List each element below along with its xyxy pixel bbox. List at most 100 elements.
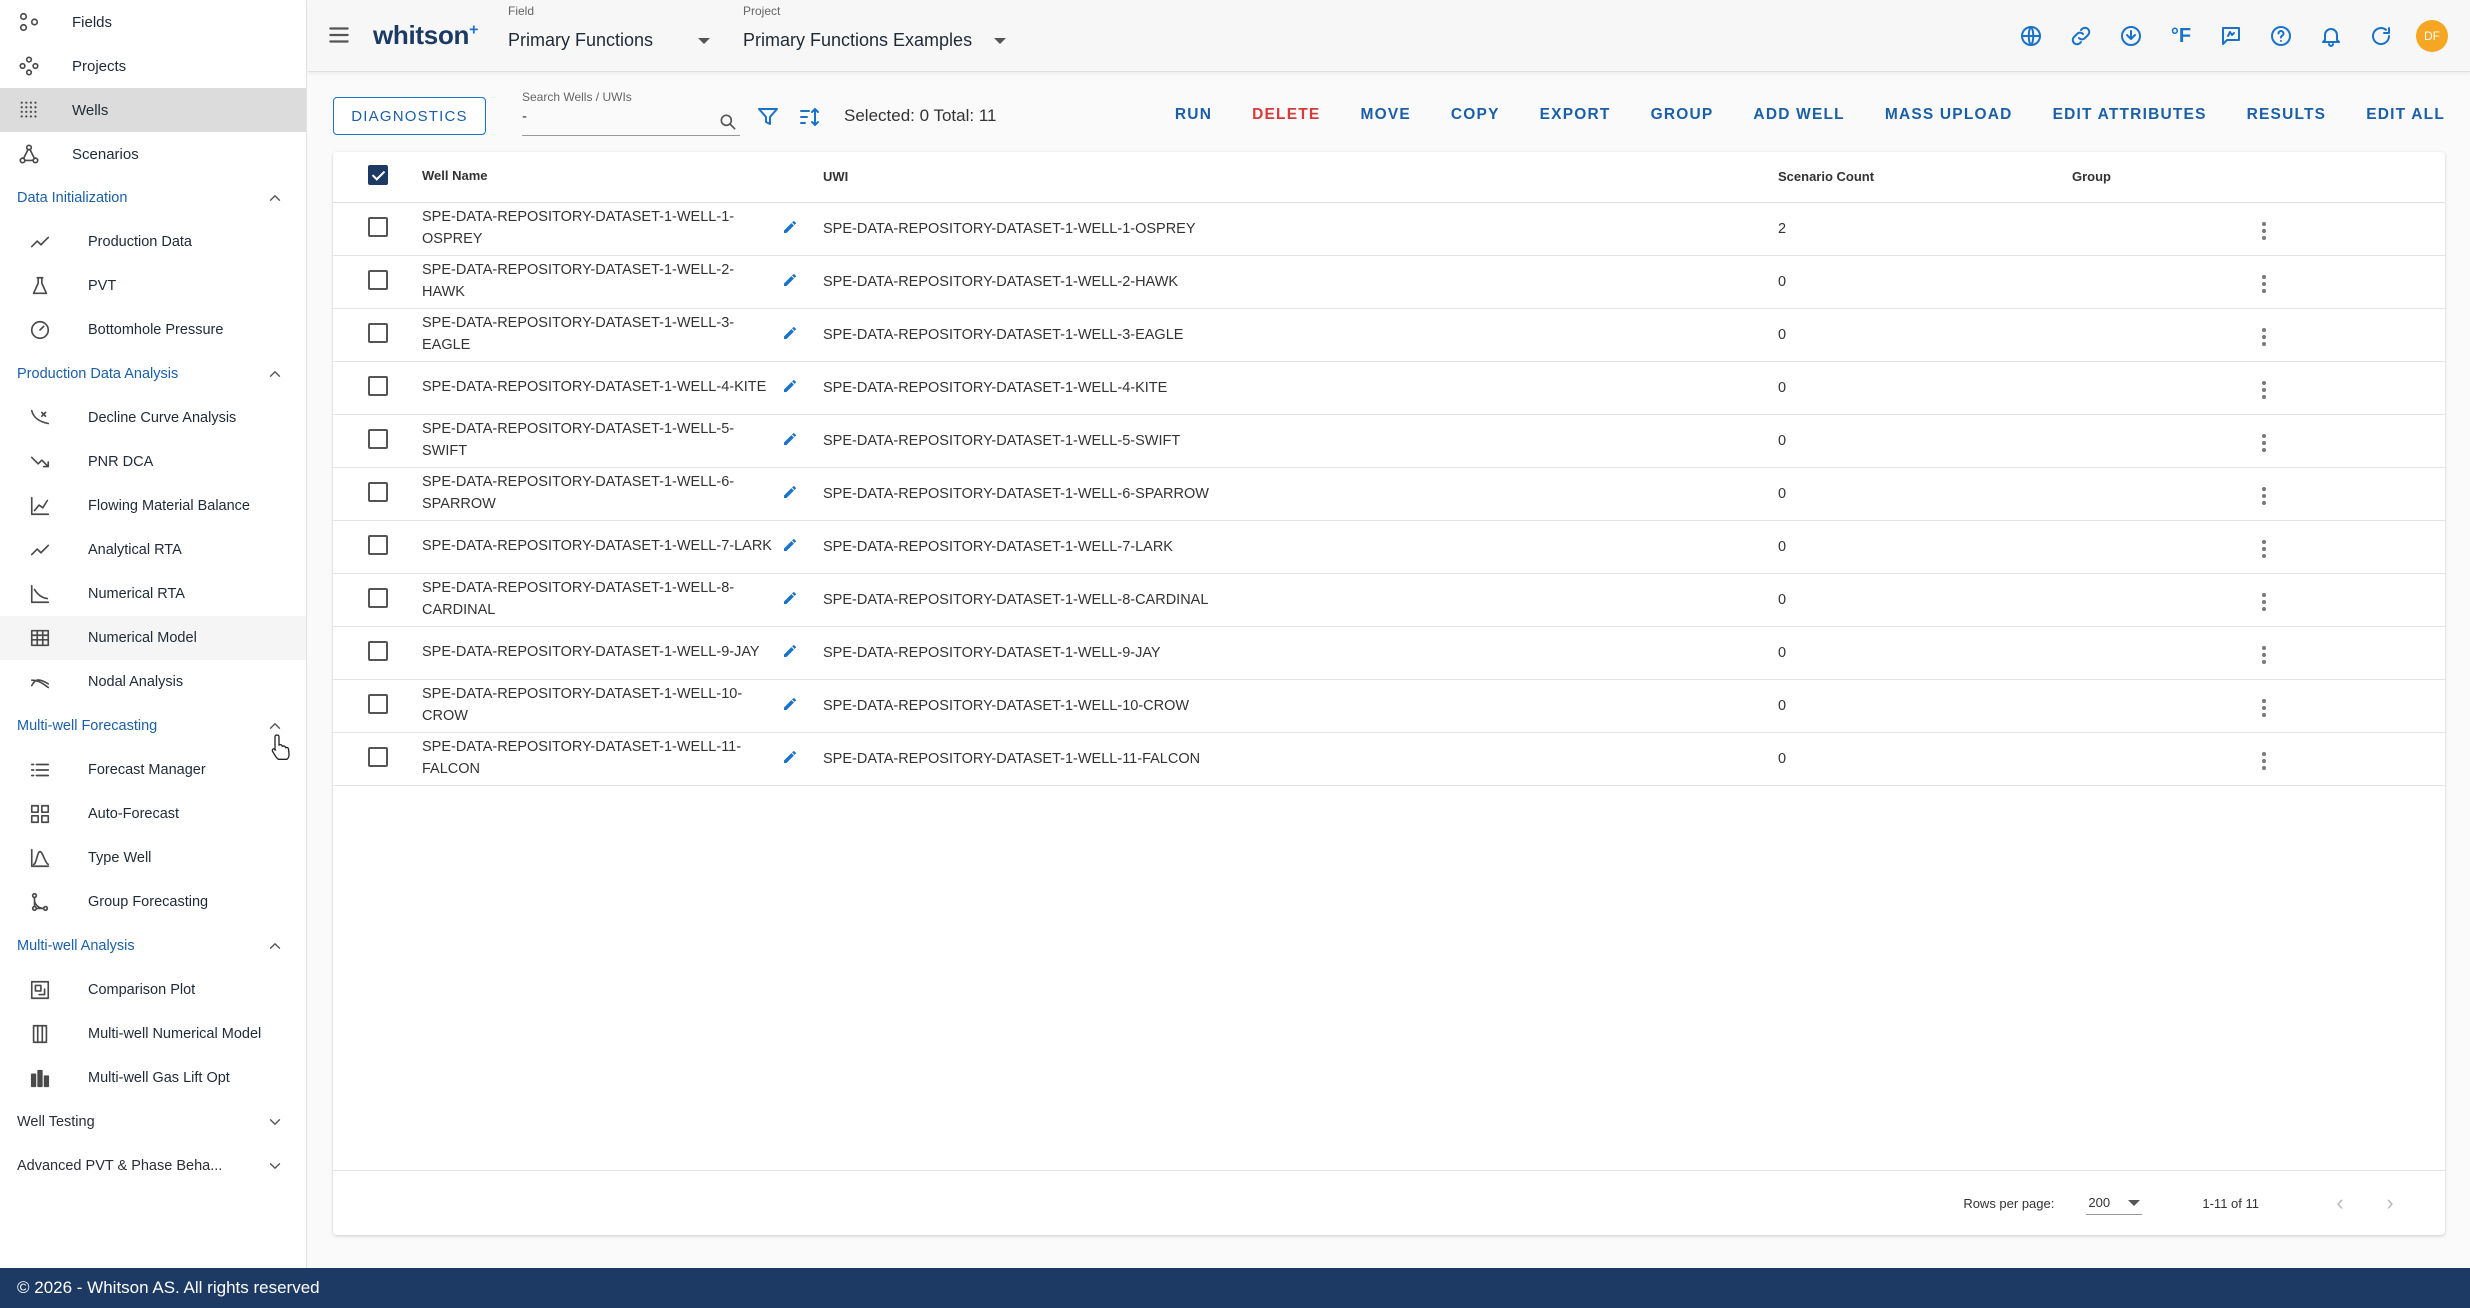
- move-button[interactable]: MOVE: [1360, 106, 1410, 124]
- row-checkbox[interactable]: [368, 322, 388, 343]
- sidebar-item-group-forecasting[interactable]: Group Forecasting: [0, 880, 306, 924]
- column-header-group[interactable]: Group: [2072, 152, 2254, 203]
- copy-button[interactable]: COPY: [1451, 106, 1500, 124]
- table-row[interactable]: SPE-DATA-REPOSITORY-DATASET-1-WELL-8-CAR…: [333, 573, 2445, 627]
- download-icon[interactable]: [2116, 21, 2146, 51]
- section-well-testing[interactable]: Well Testing: [0, 1100, 306, 1144]
- sidebar-item-numerical-rta[interactable]: Numerical RTA: [0, 572, 306, 616]
- sidebar-item-pvt[interactable]: PVT: [0, 264, 306, 308]
- group-button[interactable]: GROUP: [1651, 106, 1714, 124]
- table-row[interactable]: SPE-DATA-REPOSITORY-DATASET-1-WELL-2-HAW…: [333, 255, 2445, 309]
- well-name-cell[interactable]: SPE-DATA-REPOSITORY-DATASET-1-WELL-1-OSP…: [422, 202, 782, 256]
- edit-pencil-icon[interactable]: [782, 325, 798, 341]
- sidebar-item-type-well[interactable]: Type Well: [0, 836, 306, 880]
- edit-pencil-icon[interactable]: [782, 590, 798, 606]
- rows-per-page-select[interactable]: 200: [2086, 1191, 2143, 1215]
- sidebar-item-comparison-plot[interactable]: Comparison Plot: [0, 968, 306, 1012]
- delete-button[interactable]: DELETE: [1252, 106, 1320, 124]
- edit-pencil-icon[interactable]: [782, 272, 798, 288]
- table-row[interactable]: SPE-DATA-REPOSITORY-DATASET-1-WELL-4-KIT…: [333, 361, 2445, 415]
- sidebar-item-flowing-material-balance[interactable]: Flowing Material Balance: [0, 484, 306, 528]
- bell-icon[interactable]: [2316, 21, 2346, 51]
- row-checkbox[interactable]: [368, 216, 388, 237]
- field-selector[interactable]: Field Primary Functions: [508, 4, 711, 51]
- add-well-button[interactable]: ADD WELL: [1753, 106, 1844, 124]
- row-checkbox[interactable]: [368, 746, 388, 767]
- row-checkbox[interactable]: [368, 375, 388, 396]
- row-checkbox[interactable]: [368, 428, 388, 449]
- section-multi-well-forecasting[interactable]: Multi-well Forecasting: [0, 704, 306, 748]
- edit-pencil-icon[interactable]: [782, 537, 798, 553]
- sidebar-item-wells[interactable]: Wells: [0, 88, 306, 132]
- sidebar-item-scenarios[interactable]: Scenarios: [0, 132, 306, 176]
- table-row[interactable]: SPE-DATA-REPOSITORY-DATASET-1-WELL-1-OSP…: [333, 202, 2445, 256]
- chevron-down-icon[interactable]: [698, 37, 711, 44]
- sidebar-item-forecast-manager[interactable]: Forecast Manager: [0, 748, 306, 792]
- sidebar-item-projects[interactable]: Projects: [0, 44, 306, 88]
- well-name-cell[interactable]: SPE-DATA-REPOSITORY-DATASET-1-WELL-4-KIT…: [422, 361, 782, 415]
- previous-page-button[interactable]: ‹: [2325, 1188, 2355, 1218]
- more-vert-icon[interactable]: [2254, 218, 2274, 244]
- more-vert-icon[interactable]: [2254, 589, 2274, 615]
- edit-pencil-icon[interactable]: [782, 431, 798, 447]
- row-checkbox[interactable]: [368, 534, 388, 555]
- well-name-cell[interactable]: SPE-DATA-REPOSITORY-DATASET-1-WELL-3-EAG…: [422, 308, 782, 362]
- edit-attributes-button[interactable]: EDIT ATTRIBUTES: [2053, 106, 2207, 124]
- sidebar-item-auto-forecast[interactable]: Auto-Forecast: [0, 792, 306, 836]
- more-vert-icon[interactable]: [2254, 430, 2274, 456]
- section-production-data-analysis[interactable]: Production Data Analysis: [0, 352, 306, 396]
- well-name-cell[interactable]: SPE-DATA-REPOSITORY-DATASET-1-WELL-9-JAY: [422, 626, 782, 680]
- well-name-cell[interactable]: SPE-DATA-REPOSITORY-DATASET-1-WELL-10-CR…: [422, 679, 782, 733]
- globe-icon[interactable]: [2016, 21, 2046, 51]
- chevron-down-icon[interactable]: [994, 37, 1007, 44]
- more-vert-icon[interactable]: [2254, 324, 2274, 350]
- edit-pencil-icon[interactable]: [782, 696, 798, 712]
- more-vert-icon[interactable]: [2254, 748, 2274, 774]
- sidebar-item-multi-well-gas-lift-opt[interactable]: Multi-well Gas Lift Opt: [0, 1056, 306, 1100]
- project-selector[interactable]: Project Primary Functions Examples: [743, 4, 1007, 51]
- hamburger-menu-icon[interactable]: [326, 22, 352, 48]
- table-row[interactable]: SPE-DATA-REPOSITORY-DATASET-1-WELL-6-SPA…: [333, 467, 2445, 521]
- temperature-unit-toggle[interactable]: °F: [2166, 21, 2196, 51]
- sidebar-item-multi-well-numerical-model[interactable]: Multi-well Numerical Model: [0, 1012, 306, 1056]
- results-button[interactable]: RESULTS: [2247, 106, 2327, 124]
- well-name-cell[interactable]: SPE-DATA-REPOSITORY-DATASET-1-WELL-6-SPA…: [422, 467, 782, 521]
- more-vert-icon[interactable]: [2254, 536, 2274, 562]
- sidebar-item-numerical-model[interactable]: Numerical Model: [0, 616, 306, 660]
- sidebar-item-pnr-dca[interactable]: PNR DCA: [0, 440, 306, 484]
- well-name-cell[interactable]: SPE-DATA-REPOSITORY-DATASET-1-WELL-8-CAR…: [422, 573, 782, 627]
- section-data-initialization[interactable]: Data Initialization: [0, 176, 306, 220]
- table-row[interactable]: SPE-DATA-REPOSITORY-DATASET-1-WELL-9-JAY…: [333, 626, 2445, 680]
- help-icon[interactable]: [2266, 21, 2296, 51]
- well-name-cell[interactable]: SPE-DATA-REPOSITORY-DATASET-1-WELL-2-HAW…: [422, 255, 782, 309]
- link-icon[interactable]: [2066, 21, 2096, 51]
- table-row[interactable]: SPE-DATA-REPOSITORY-DATASET-1-WELL-7-LAR…: [333, 520, 2445, 574]
- column-header-well-name[interactable]: Well Name: [422, 152, 782, 203]
- search-field[interactable]: Search Wells / UWIs: [522, 90, 740, 136]
- row-checkbox[interactable]: [368, 587, 388, 608]
- edit-pencil-icon[interactable]: [782, 749, 798, 765]
- sidebar-item-analytical-rta[interactable]: Analytical RTA: [0, 528, 306, 572]
- row-checkbox[interactable]: [368, 693, 388, 714]
- row-checkbox[interactable]: [368, 481, 388, 502]
- search-icon[interactable]: [718, 112, 738, 132]
- sidebar-item-bottomhole-pressure[interactable]: Bottomhole Pressure: [0, 308, 306, 352]
- well-name-cell[interactable]: SPE-DATA-REPOSITORY-DATASET-1-WELL-5-SWI…: [422, 414, 782, 468]
- table-row[interactable]: SPE-DATA-REPOSITORY-DATASET-1-WELL-11-FA…: [333, 732, 2445, 786]
- select-all-checkbox[interactable]: [368, 165, 388, 186]
- edit-pencil-icon[interactable]: [782, 378, 798, 394]
- feedback-icon[interactable]: [2216, 21, 2246, 51]
- table-row[interactable]: SPE-DATA-REPOSITORY-DATASET-1-WELL-5-SWI…: [333, 414, 2445, 468]
- refresh-icon[interactable]: [2366, 21, 2396, 51]
- edit-all-button[interactable]: EDIT ALL: [2366, 106, 2445, 124]
- next-page-button[interactable]: ›: [2375, 1188, 2405, 1218]
- more-vert-icon[interactable]: [2254, 642, 2274, 668]
- section-multi-well-analysis[interactable]: Multi-well Analysis: [0, 924, 306, 968]
- mass-upload-button[interactable]: MASS UPLOAD: [1885, 106, 2013, 124]
- edit-pencil-icon[interactable]: [782, 643, 798, 659]
- well-name-cell[interactable]: SPE-DATA-REPOSITORY-DATASET-1-WELL-7-LAR…: [422, 520, 782, 574]
- more-vert-icon[interactable]: [2254, 483, 2274, 509]
- more-vert-icon[interactable]: [2254, 695, 2274, 721]
- column-header-uwi[interactable]: UWI: [823, 152, 1778, 203]
- run-button[interactable]: RUN: [1175, 106, 1212, 124]
